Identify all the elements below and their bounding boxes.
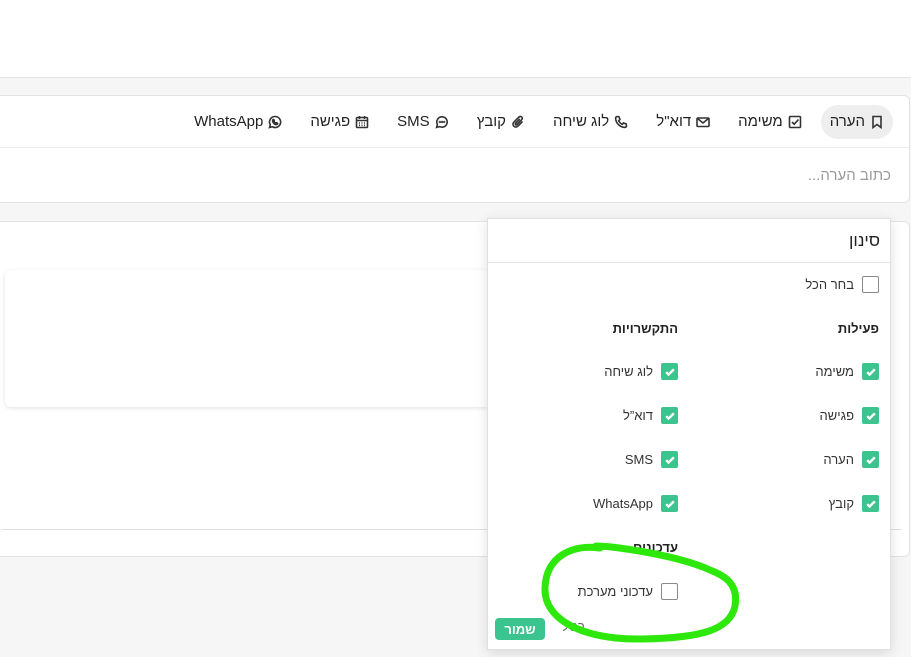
check-icon xyxy=(664,368,675,376)
composer-tabs: הערה משימה דוא"ל לוג שיחה קובץ SMS פגישה xyxy=(0,96,909,148)
checkbox-checked[interactable] xyxy=(862,495,879,512)
top-header-area xyxy=(0,0,911,78)
check-icon xyxy=(865,500,876,508)
check-icon xyxy=(865,368,876,376)
tab-file[interactable]: קובץ xyxy=(468,105,534,139)
updates-section-title: עדכונים xyxy=(633,540,678,555)
paperclip-icon xyxy=(512,115,524,128)
whatsapp-icon xyxy=(268,115,282,129)
checkbox-checked[interactable] xyxy=(862,407,879,424)
select-all-checkbox[interactable]: בחר הכל xyxy=(805,276,879,293)
tab-task[interactable]: משימה xyxy=(729,105,811,139)
filter-option-system-updates[interactable]: עדכוני מערכת xyxy=(578,583,678,600)
tab-email-label: דוא"ל xyxy=(656,113,692,130)
tab-meeting[interactable]: פגישה xyxy=(301,105,378,139)
communications-section-title: התקשרויות xyxy=(612,321,678,336)
filter-option-call-log[interactable]: לוג שיחה xyxy=(604,363,678,380)
filter-option-whatsapp[interactable]: WhatsApp xyxy=(593,495,678,512)
bookmark-icon xyxy=(872,115,882,129)
tab-whatsapp[interactable]: WhatsApp xyxy=(185,105,291,139)
tab-task-label: משימה xyxy=(738,113,783,130)
tab-whatsapp-label: WhatsApp xyxy=(194,113,264,130)
tab-sms[interactable]: SMS xyxy=(388,105,458,139)
checkbox-checked[interactable] xyxy=(862,451,879,468)
filter-option-label: לוג שיחה xyxy=(604,364,653,379)
tab-email[interactable]: דוא"ל xyxy=(647,105,719,139)
filter-option-meeting[interactable]: פגישה xyxy=(819,407,879,424)
activity-composer: הערה משימה דוא"ל לוג שיחה קובץ SMS פגישה xyxy=(0,95,910,203)
check-icon xyxy=(865,412,876,420)
checkbox-icon xyxy=(788,115,801,128)
filter-option-label: משימה xyxy=(815,364,854,379)
tab-call-log[interactable]: לוג שיחה xyxy=(544,105,637,139)
tab-note-label: הערה xyxy=(829,113,865,130)
tab-sms-label: SMS xyxy=(397,113,430,130)
check-icon xyxy=(865,456,876,464)
checkbox-checked[interactable] xyxy=(661,363,678,380)
tab-meeting-label: פגישה xyxy=(310,113,351,130)
filter-option-label: קובץ xyxy=(828,496,854,511)
tab-note[interactable]: הערה xyxy=(820,104,893,139)
checkbox-checked[interactable] xyxy=(661,407,678,424)
filter-option-label: דוא”ל xyxy=(623,408,653,423)
checkbox[interactable] xyxy=(862,276,879,293)
filter-option-file[interactable]: קובץ xyxy=(829,495,879,512)
filter-option-sms[interactable]: SMS xyxy=(625,451,678,468)
checkbox[interactable] xyxy=(661,583,678,600)
feed-card xyxy=(5,270,505,407)
check-icon xyxy=(664,456,675,464)
save-button[interactable]: שמור xyxy=(495,618,545,640)
filter-option-label: הערה xyxy=(823,452,854,467)
activities-section-title: פעילות xyxy=(837,321,879,336)
tab-file-label: קובץ xyxy=(476,113,506,130)
filter-option-note[interactable]: הערה xyxy=(823,451,879,468)
filter-option-label: WhatsApp xyxy=(593,496,653,511)
chat-bubble-icon xyxy=(435,115,448,129)
tab-call-log-label: לוג שיחה xyxy=(552,113,610,130)
filter-option-label: SMS xyxy=(624,452,653,467)
filter-option-task[interactable]: משימה xyxy=(815,363,879,380)
filter-option-label: פגישה xyxy=(819,408,854,423)
cancel-button[interactable]: בטל xyxy=(562,619,585,634)
check-icon xyxy=(664,412,675,420)
filter-option-label: עדכוני מערכת xyxy=(577,584,653,599)
mail-icon xyxy=(696,116,710,127)
checkbox-checked[interactable] xyxy=(862,363,879,380)
filter-option-email[interactable]: דוא”ל xyxy=(623,407,678,424)
phone-icon xyxy=(615,115,628,128)
note-input[interactable] xyxy=(0,148,909,203)
filter-title: סינון xyxy=(488,219,890,263)
calendar-icon xyxy=(355,115,369,128)
checkbox-checked[interactable] xyxy=(661,495,678,512)
check-icon xyxy=(664,500,675,508)
filter-popup: סינון בחר הכל פעילות התקשרויות משימה פגי… xyxy=(487,218,891,650)
select-all-label: בחר הכל xyxy=(805,277,854,292)
checkbox-checked[interactable] xyxy=(661,451,678,468)
